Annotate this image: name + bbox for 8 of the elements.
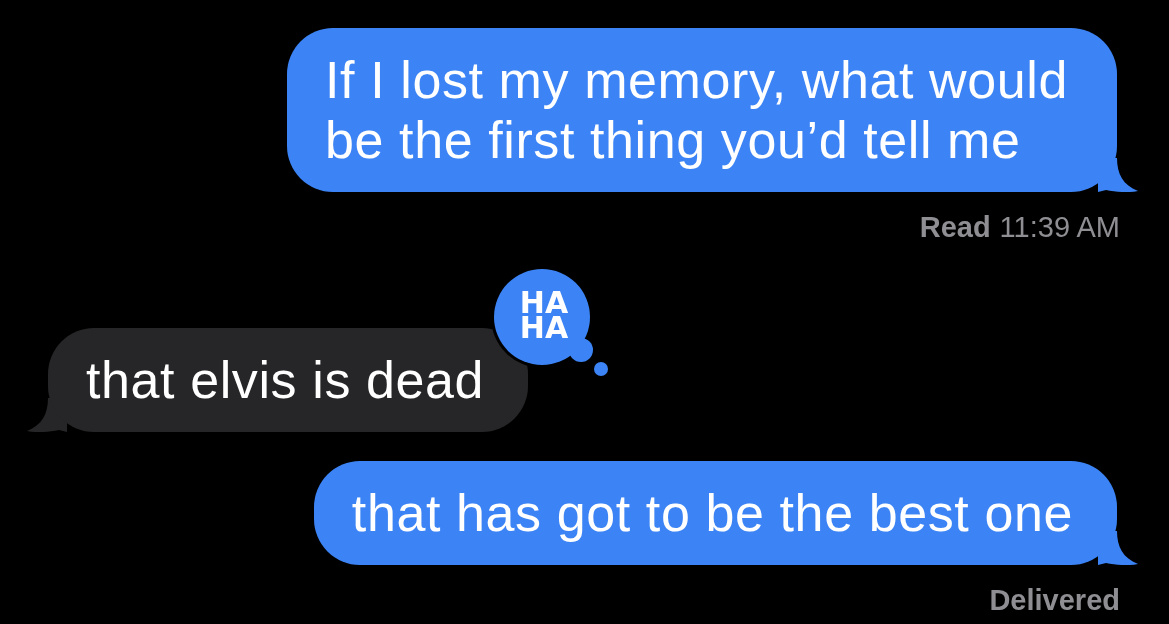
delivered-receipt-label: Delivered <box>989 583 1120 618</box>
read-receipt-label: Read <box>919 210 991 245</box>
bubble-tail-icon <box>1098 531 1138 565</box>
sent-message-bubble: If I lost my memory, what would be the first thing you’d tell me <box>287 28 1117 192</box>
bubble-tail-icon <box>1098 158 1138 192</box>
sent-message-bubble: that has got to be the best one <box>313 461 1117 565</box>
bubble-tail-icon <box>27 398 67 432</box>
receipt-time: 11:39 AM <box>999 210 1120 245</box>
